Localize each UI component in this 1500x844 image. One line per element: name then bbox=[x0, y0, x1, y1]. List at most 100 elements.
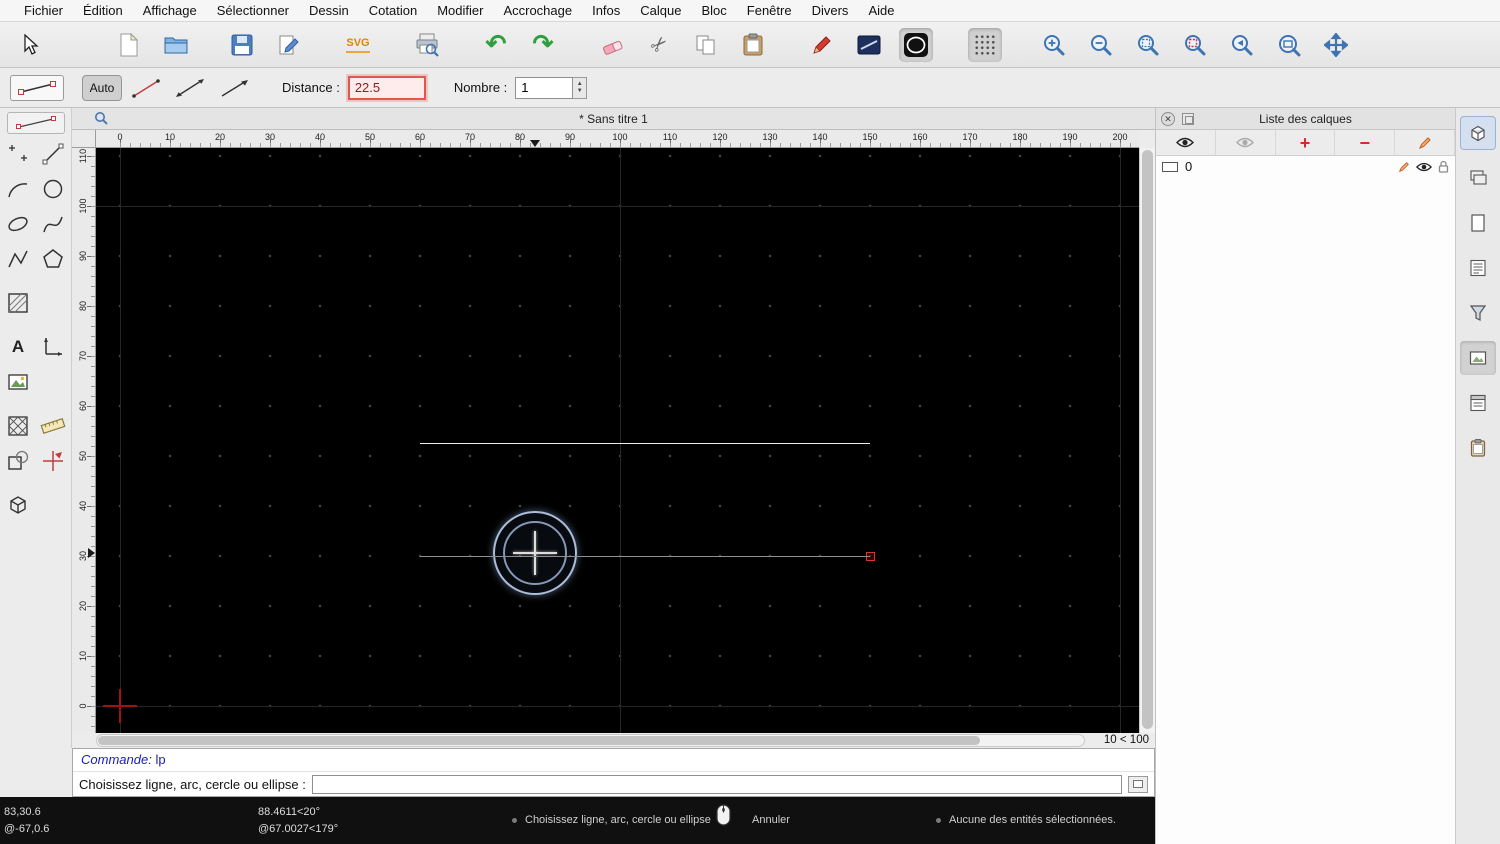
block-list-toggle[interactable] bbox=[1460, 206, 1496, 240]
add-layer-button[interactable]: + bbox=[1276, 130, 1336, 155]
tool-pattern-button[interactable] bbox=[2, 410, 34, 442]
circle-visibility-button[interactable] bbox=[899, 27, 933, 62]
tool-text-button[interactable]: A bbox=[2, 331, 34, 363]
menu-edition[interactable]: Édition bbox=[73, 0, 133, 22]
menu-selectionner[interactable]: Sélectionner bbox=[207, 0, 299, 22]
command-history-toggle[interactable] bbox=[1460, 386, 1496, 420]
selection-pointer-button[interactable] bbox=[12, 28, 46, 62]
open-file-button[interactable] bbox=[159, 28, 193, 62]
show-all-layers-button[interactable] bbox=[1156, 130, 1216, 155]
count-spinner[interactable]: ▲ ▼ bbox=[573, 76, 588, 99]
drawing-canvas[interactable] bbox=[96, 148, 1139, 733]
tool-arc-button[interactable] bbox=[2, 173, 34, 205]
print-preview-button[interactable] bbox=[410, 28, 444, 62]
line-mode-both-arrows-button[interactable] bbox=[170, 74, 210, 102]
menu-fichier[interactable]: Fichier bbox=[14, 0, 73, 22]
tool-line-button[interactable] bbox=[37, 138, 69, 170]
clipboard-panel-toggle[interactable] bbox=[1460, 431, 1496, 465]
tool-polyline-button[interactable] bbox=[2, 243, 34, 275]
menu-dessin[interactable]: Dessin bbox=[299, 0, 359, 22]
horizontal-scrollbar[interactable] bbox=[96, 734, 1085, 747]
zoom-window-button[interactable] bbox=[1272, 28, 1306, 62]
erase-button[interactable] bbox=[595, 28, 629, 62]
layer-visibility-eye-icon[interactable] bbox=[1416, 162, 1432, 172]
command-input[interactable] bbox=[311, 774, 1122, 794]
layer-lock-icon[interactable] bbox=[1438, 160, 1449, 173]
menu-infos[interactable]: Infos bbox=[582, 0, 630, 22]
menu-divers[interactable]: Divers bbox=[802, 0, 859, 22]
tool-dimension-button[interactable] bbox=[37, 331, 69, 363]
horizontal-scrollbar-thumb[interactable] bbox=[98, 736, 980, 745]
tool-polygon-button[interactable] bbox=[37, 243, 69, 275]
tool-image-button[interactable] bbox=[2, 366, 34, 398]
menu-bloc[interactable]: Bloc bbox=[691, 0, 736, 22]
tool-point-button[interactable] bbox=[2, 138, 34, 170]
save-as-button[interactable] bbox=[272, 28, 306, 62]
line-entity[interactable] bbox=[420, 442, 870, 444]
undo-button[interactable]: ↶ bbox=[479, 28, 513, 62]
menu-aide[interactable]: Aide bbox=[858, 0, 904, 22]
menu-calque[interactable]: Calque bbox=[630, 0, 691, 22]
tool-measure-button[interactable] bbox=[37, 410, 69, 442]
line-mode-free-button[interactable] bbox=[126, 74, 166, 102]
copy-icon bbox=[696, 35, 715, 54]
menu-affichage[interactable]: Affichage bbox=[133, 0, 207, 22]
current-tool-button[interactable] bbox=[10, 74, 64, 101]
library-browser-toggle[interactable] bbox=[1460, 341, 1496, 375]
count-input[interactable] bbox=[515, 76, 574, 99]
tool-circle-button[interactable] bbox=[37, 173, 69, 205]
new-document-button[interactable] bbox=[112, 28, 146, 62]
pan-button[interactable] bbox=[1319, 28, 1353, 62]
tool-shape-button[interactable] bbox=[2, 445, 34, 477]
zoom-out-button[interactable] bbox=[1084, 28, 1118, 62]
show-active-layer-button[interactable] bbox=[1216, 130, 1276, 155]
line-mode-arrow-button[interactable] bbox=[214, 74, 254, 102]
svg-export-button[interactable]: SVG bbox=[341, 28, 375, 62]
menu-accrochage[interactable]: Accrochage bbox=[493, 0, 582, 22]
tool-solid-button[interactable] bbox=[2, 489, 34, 521]
auto-zoom-button[interactable] bbox=[1131, 28, 1165, 62]
pen-button[interactable] bbox=[805, 28, 839, 62]
copy-button[interactable] bbox=[689, 28, 723, 62]
grid-toggle-button[interactable] bbox=[968, 27, 1002, 62]
layer-color-swatch[interactable] bbox=[1162, 161, 1178, 172]
view-list-toggle[interactable] bbox=[1460, 251, 1496, 285]
layer-row[interactable]: 0 bbox=[1156, 156, 1455, 177]
back-to-main-tools-button[interactable] bbox=[6, 112, 65, 134]
document-zoom-icon[interactable] bbox=[94, 111, 109, 126]
zoom-selection-button[interactable] bbox=[1178, 28, 1212, 62]
menu-modifier[interactable]: Modifier bbox=[427, 0, 493, 22]
layer-list-toggle[interactable] bbox=[1460, 161, 1496, 195]
edit-layer-button[interactable] bbox=[1395, 130, 1455, 155]
distance-input[interactable] bbox=[347, 75, 426, 100]
line-entity[interactable] bbox=[420, 555, 870, 557]
layer-edit-pencil-icon[interactable] bbox=[1398, 161, 1410, 173]
command-options-button[interactable] bbox=[1128, 775, 1148, 793]
cut-button[interactable]: ✂ bbox=[642, 28, 676, 62]
attributes-button[interactable] bbox=[852, 28, 886, 62]
tool-snap-button[interactable] bbox=[37, 445, 69, 477]
previous-view-button[interactable] bbox=[1225, 28, 1259, 62]
auto-button[interactable]: Auto bbox=[82, 74, 122, 101]
tool-spline-button[interactable] bbox=[37, 208, 69, 240]
save-button[interactable] bbox=[225, 28, 259, 62]
vertical-scrollbar-thumb[interactable] bbox=[1142, 150, 1153, 729]
property-editor-toggle[interactable] bbox=[1460, 116, 1496, 150]
panel-float-icon[interactable] bbox=[1182, 113, 1194, 125]
remove-layer-button[interactable]: − bbox=[1335, 130, 1396, 155]
dimension-tool-icon bbox=[44, 338, 62, 356]
menu-cotation[interactable]: Cotation bbox=[359, 0, 427, 22]
selection-filter-toggle[interactable] bbox=[1460, 296, 1496, 330]
vertical-scrollbar[interactable] bbox=[1139, 148, 1155, 733]
circle-tool-icon bbox=[43, 179, 63, 199]
line-tool-indicator-icon bbox=[15, 116, 56, 129]
solid-box-tool-icon bbox=[10, 496, 26, 514]
paste-button[interactable] bbox=[736, 28, 770, 62]
redo-button[interactable]: ↷ bbox=[526, 28, 560, 62]
tool-hatch-button[interactable] bbox=[2, 287, 34, 319]
menu-fenetre[interactable]: Fenêtre bbox=[737, 0, 802, 22]
zoom-in-button[interactable] bbox=[1037, 28, 1071, 62]
tool-ellipse-button[interactable] bbox=[2, 208, 34, 240]
panel-close-icon[interactable]: ✕ bbox=[1161, 112, 1175, 126]
double-arrow-line-icon bbox=[176, 78, 204, 97]
